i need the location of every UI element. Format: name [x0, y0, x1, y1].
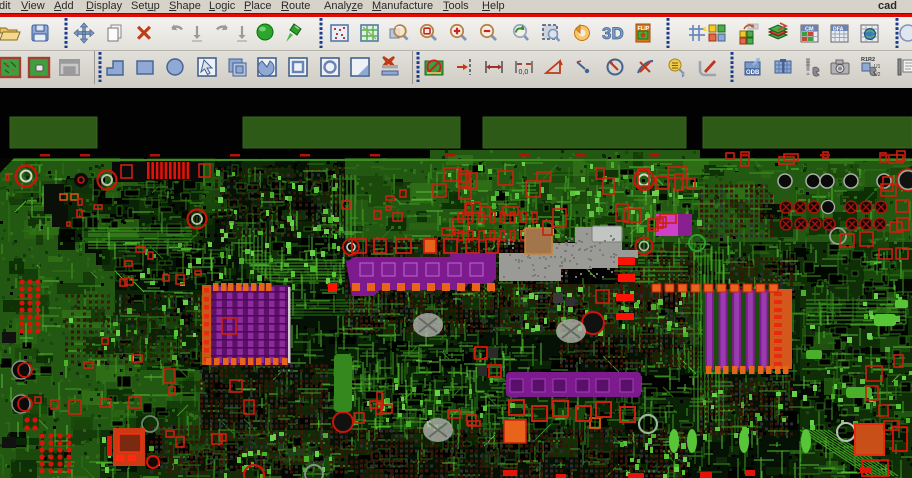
svg-text:R1R2: R1R2	[861, 57, 875, 63]
svg-text:ODB: ODB	[746, 70, 760, 76]
svg-text:U2: U2	[874, 72, 881, 78]
svg-text:U1: U1	[874, 64, 881, 70]
svg-text:0,0: 0,0	[519, 69, 529, 76]
svg-text:3D: 3D	[602, 24, 624, 43]
